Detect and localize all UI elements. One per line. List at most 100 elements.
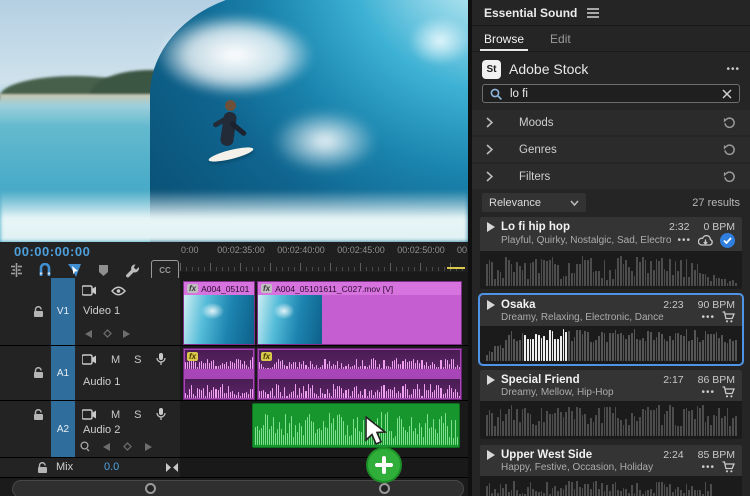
reset-icon[interactable]: [723, 117, 736, 129]
audio-waveform[interactable]: [480, 401, 742, 439]
scrollbar-handle[interactable]: [145, 483, 156, 494]
mood-tags: Happy, Festive, Occasion, Holiday: [501, 462, 695, 473]
voiceover-mic-icon[interactable]: [156, 408, 166, 421]
clear-search-icon[interactable]: [722, 89, 732, 99]
lock-icon[interactable]: [33, 306, 44, 318]
add-marker-icon[interactable]: [93, 262, 113, 278]
fx-badge: fx: [187, 284, 198, 293]
play-icon[interactable]: [487, 375, 495, 385]
track-name[interactable]: Video 1: [83, 305, 120, 317]
track-target-a1[interactable]: A1: [51, 346, 75, 400]
stock-search-input[interactable]: lo fi: [482, 84, 740, 103]
search-icon: [490, 88, 502, 100]
mood-tags: Playful, Quirky, Nostalgic, Sad, Electro…: [501, 235, 671, 246]
accordion-filters[interactable]: Filters: [472, 164, 750, 189]
duration: 2:32: [669, 221, 689, 233]
lock-icon[interactable]: [33, 367, 44, 379]
result-card[interactable]: Special Friend 2:17 86 BPM Dreamy, Mello…: [480, 370, 742, 439]
prev-keyframe-icon[interactable]: [103, 443, 110, 451]
playhead-timecode[interactable]: 00:00:00:00: [14, 244, 90, 259]
sync-lock-icon[interactable]: [82, 409, 97, 420]
fx-badge: fx: [187, 352, 198, 361]
bpm: 86 BPM: [698, 374, 735, 386]
timeline-settings-wrench-icon[interactable]: [122, 262, 142, 278]
next-keyframe-icon[interactable]: [123, 330, 130, 338]
mute-button[interactable]: M: [111, 409, 120, 421]
bpm: 90 BPM: [698, 299, 735, 311]
play-icon[interactable]: [487, 300, 495, 310]
next-keyframe-icon[interactable]: [145, 443, 152, 451]
timeline-ruler[interactable]: 0:00 00:02:35:00 00:02:40:00 00:02:45:00…: [180, 242, 468, 273]
accordion-genres[interactable]: Genres: [472, 137, 750, 162]
panel-menu-icon[interactable]: [587, 8, 599, 18]
track-target-v1[interactable]: V1: [51, 278, 75, 345]
wave-foam-art: [0, 190, 468, 242]
solo-button[interactable]: S: [134, 409, 141, 421]
sort-dropdown[interactable]: Relevance: [482, 193, 586, 212]
duration: 2:23: [663, 299, 683, 311]
add-to-cart-icon[interactable]: [722, 311, 735, 323]
sync-lock-icon[interactable]: [82, 354, 97, 365]
provider-more-icon[interactable]: •••: [726, 64, 740, 75]
audio-waveform[interactable]: [480, 326, 742, 364]
collapse-track-icon[interactable]: [166, 463, 178, 472]
ruler-ticks: [180, 262, 468, 271]
mix-level-value[interactable]: 0.0: [104, 461, 119, 473]
lock-icon[interactable]: [33, 409, 44, 421]
more-options-icon[interactable]: •••: [677, 235, 691, 246]
track-name[interactable]: Audio 1: [83, 376, 120, 388]
video-clip[interactable]: fx A004_05101: [183, 281, 255, 345]
lock-icon[interactable]: [37, 462, 48, 474]
sync-lock-icon[interactable]: [82, 285, 97, 296]
ruler-label: 00: [457, 245, 467, 255]
chevron-right-icon: [486, 117, 493, 128]
add-keyframe-icon[interactable]: [123, 442, 132, 451]
video-clip[interactable]: fx A004_05101611_C027.mov [V]: [257, 281, 462, 345]
tab-browse[interactable]: Browse: [484, 26, 524, 51]
reset-icon[interactable]: [723, 171, 736, 183]
prev-keyframe-icon[interactable]: [85, 330, 92, 338]
voiceover-mic-icon[interactable]: [156, 353, 166, 366]
play-icon[interactable]: [487, 450, 495, 460]
audio-waveform[interactable]: [480, 251, 742, 289]
tab-edit[interactable]: Edit: [550, 26, 571, 51]
result-card[interactable]: Upper West Side 2:24 85 BPM Happy, Festi…: [480, 445, 742, 496]
mute-button[interactable]: M: [111, 354, 120, 366]
snap-icon[interactable]: [35, 262, 55, 278]
show-keyframes-icon[interactable]: [80, 441, 90, 452]
fx-badge: fx: [261, 284, 272, 293]
track-target-a2[interactable]: A2: [51, 401, 75, 457]
more-options-icon[interactable]: •••: [701, 387, 715, 398]
clip-thumbnail: [258, 295, 322, 344]
result-card[interactable]: Osaka 2:23 90 BPM Dreamy, Relaxing, Elec…: [480, 295, 742, 364]
linked-selection-icon[interactable]: [64, 262, 84, 278]
scrollbar-handle[interactable]: [379, 483, 390, 494]
download-preview-icon[interactable]: [698, 235, 713, 247]
add-to-cart-icon[interactable]: [722, 461, 735, 473]
chevron-right-icon: [486, 171, 493, 182]
more-options-icon[interactable]: •••: [701, 462, 715, 473]
more-options-icon[interactable]: •••: [701, 312, 715, 323]
premiere-pro-workspace: 00:00:00:00 CC 0: [0, 0, 750, 496]
nest-sequences-icon[interactable]: [6, 262, 26, 278]
timeline-zoom-scrollbar[interactable]: [12, 480, 464, 496]
accordion-moods[interactable]: Moods: [472, 110, 750, 135]
wave-foam-art: [250, 96, 400, 186]
mix-track-row: Mix 0.0: [0, 458, 180, 478]
track-name[interactable]: Audio 2: [83, 424, 120, 436]
add-keyframe-icon[interactable]: [103, 329, 112, 338]
video-clip-label: fx A004_05101: [184, 282, 254, 295]
toggle-track-output-eye-icon[interactable]: [111, 286, 126, 296]
dragged-audio-clip[interactable]: [252, 403, 460, 448]
result-card[interactable]: Lo fi hip hop 2:32 0 BPM Playful, Quirky…: [480, 217, 742, 289]
audio-clip[interactable]: fx: [257, 348, 462, 400]
captions-icon[interactable]: CC: [151, 260, 179, 280]
solo-button[interactable]: S: [134, 354, 141, 366]
out-point-marker: [447, 267, 465, 269]
play-icon[interactable]: [487, 222, 495, 232]
audio-clip[interactable]: fx: [183, 348, 255, 400]
audio-waveform[interactable]: [480, 476, 742, 496]
add-to-cart-icon[interactable]: [722, 386, 735, 398]
reset-icon[interactable]: [723, 144, 736, 156]
search-value: lo fi: [510, 88, 714, 100]
